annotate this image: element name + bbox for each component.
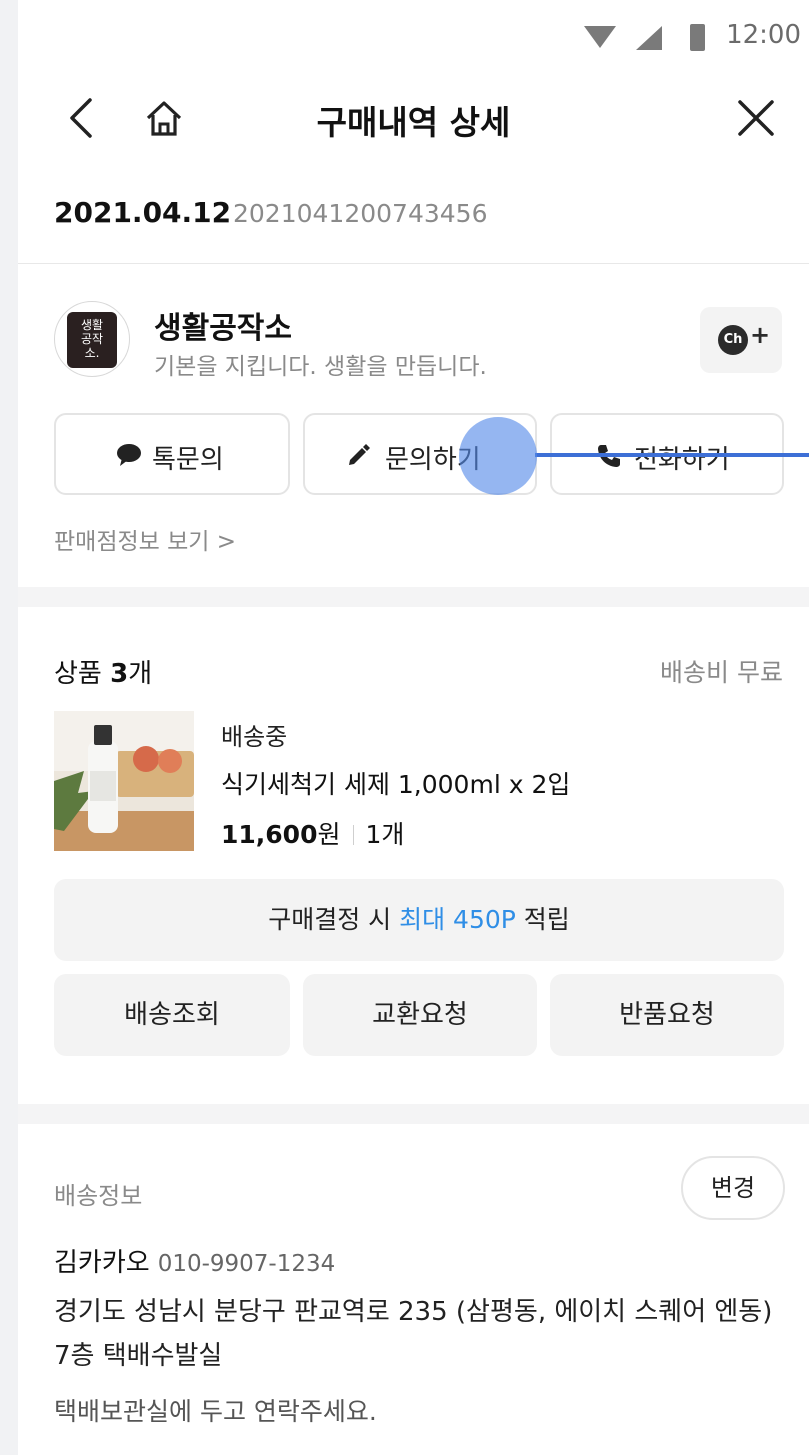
change-address-button[interactable]: 변경: [681, 1156, 785, 1220]
wifi-icon: [584, 26, 616, 48]
product-name[interactable]: 식기세척기 세제 1,000ml x 2입: [221, 765, 570, 801]
channel-icon: Ch: [718, 325, 748, 355]
talk-inquiry-label: 톡문의: [152, 445, 224, 475]
status-bar: 12:00: [18, 0, 809, 76]
seller-info-link[interactable]: 판매점정보 보기 >: [54, 522, 236, 556]
shipping-section: 배송정보 변경 김카카오 010-9907-1234 경기도 성남시 분당구 판교…: [18, 1124, 809, 1455]
shipping-fee: 배송비 무료: [660, 658, 783, 687]
app-screen: 12:00 구매내역 상세 2021.04.12 202104120074345…: [18, 0, 809, 1455]
exchange-request-button[interactable]: 교환요청: [303, 974, 537, 1056]
shipping-address: 경기도 성남시 분당구 판교역로 235 (삼평동, 에이치 스퀘어 엔동) 7…: [54, 1297, 773, 1371]
order-date: 2021.04.12: [54, 196, 232, 229]
seller-logo-mark: 생활 공작 소.: [67, 312, 117, 368]
order-header: 2021.04.12 2021041200743456: [18, 166, 809, 264]
close-icon[interactable]: [728, 90, 784, 146]
delivery-status: 배송중: [221, 723, 288, 751]
battery-icon: [690, 24, 705, 51]
seller-name[interactable]: 생활공작소: [154, 303, 292, 347]
track-delivery-button[interactable]: 배송조회: [54, 974, 290, 1056]
plus-icon: +: [750, 321, 771, 349]
product-count: 상품 3개: [54, 659, 153, 689]
section-divider: [18, 1104, 809, 1124]
return-request-button[interactable]: 반품요청: [550, 974, 784, 1056]
touch-indicator: [459, 417, 537, 495]
chat-bubble-icon: [117, 444, 141, 466]
pencil-icon: [349, 444, 370, 465]
points-banner: 구매결정 시 최대 450P 적립: [54, 879, 784, 961]
page-title: 구매내역 상세: [316, 103, 511, 142]
cellular-icon: [636, 26, 662, 50]
call-label: 전화하기: [634, 445, 730, 475]
product-thumbnail[interactable]: [54, 711, 194, 851]
nav-bar: 구매내역 상세: [18, 76, 809, 166]
products-section: 상품 3개 배송비 무료 배송중 식기세척기 세제 1,000ml x 2입 1…: [18, 607, 809, 1104]
product-price: 11,600원 1개: [221, 820, 405, 849]
order-number: 2021041200743456: [233, 199, 488, 228]
seller-logo[interactable]: 생활 공작 소.: [54, 301, 130, 377]
recipient: 김카카오 010-9907-1234: [54, 1248, 336, 1278]
talk-inquiry-button[interactable]: 톡문의: [54, 413, 290, 495]
channel-add-button[interactable]: Ch +: [700, 307, 782, 373]
delivery-memo: 택배보관실에 두고 연락주세요.: [54, 1397, 377, 1426]
section-divider: [18, 587, 809, 607]
status-time: 12:00: [726, 20, 801, 50]
seller-slogan: 기본을 지킵니다. 생활을 만듭니다.: [154, 354, 487, 380]
shipping-heading: 배송정보: [54, 1182, 143, 1210]
swipe-trail: [535, 453, 809, 457]
seller-section: 생활 공작 소. 생활공작소 기본을 지킵니다. 생활을 만듭니다. Ch + 톡문…: [18, 265, 809, 587]
